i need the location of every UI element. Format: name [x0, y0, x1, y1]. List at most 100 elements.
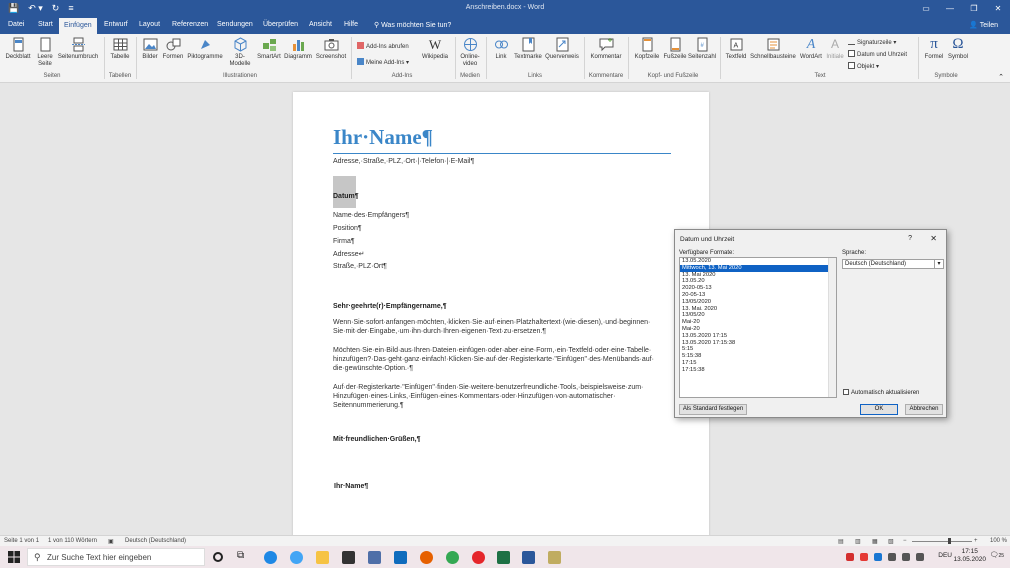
- tab-datei[interactable]: Datei: [4, 20, 28, 29]
- proofing-icon[interactable]: ▣: [108, 538, 114, 545]
- snipping-icon[interactable]: [548, 551, 561, 564]
- format-option[interactable]: 13. Mai 2020: [680, 272, 836, 279]
- format-option[interactable]: 5:15:38: [680, 353, 836, 360]
- chrome-icon[interactable]: [446, 551, 459, 564]
- recipient-line[interactable]: Adresse↵: [333, 250, 365, 258]
- datum-uhrzeit-button[interactable]: Datum und Uhrzeit: [848, 50, 907, 58]
- seitenumbruch-button[interactable]: Seitenumbruch: [56, 37, 100, 61]
- system-clock[interactable]: 17:15 13.05.2020: [953, 548, 986, 564]
- tabelle-button[interactable]: Tabelle: [107, 37, 133, 61]
- share-button[interactable]: 👤 Teilen: [969, 21, 998, 29]
- diagramm-button[interactable]: Diagramm: [283, 37, 313, 61]
- name-heading[interactable]: Ihr·Name¶: [333, 125, 433, 150]
- signature-name[interactable]: Ihr·Name¶: [334, 483, 368, 490]
- piktogramme-button[interactable]: Piktogramme: [185, 37, 225, 61]
- opera-icon[interactable]: [472, 551, 485, 564]
- tab-sendungen[interactable]: Sendungen: [213, 20, 257, 29]
- read-mode-icon[interactable]: ▥: [855, 538, 861, 545]
- minimize-button[interactable]: —: [938, 0, 962, 17]
- auto-update-checkbox[interactable]: Automatisch aktualisieren: [843, 389, 919, 396]
- formen-button[interactable]: Formen: [161, 37, 185, 61]
- kopfzeile-button[interactable]: Kopfzeile: [632, 37, 662, 61]
- format-option[interactable]: 13.05.2020 17:15:38: [680, 340, 836, 347]
- textfeld-button[interactable]: A Textfeld: [724, 37, 748, 61]
- cancel-button[interactable]: Abbrechen: [905, 404, 943, 415]
- document-page[interactable]: Ihr·Name¶ Adresse,·Straße,·PLZ,·Ort·|·Te…: [293, 92, 709, 537]
- formel-button[interactable]: π Formel: [922, 37, 946, 61]
- date-field[interactable]: Datum¶: [333, 193, 359, 200]
- checkbox-box[interactable]: [843, 389, 849, 395]
- add-ins-abrufen-button[interactable]: Add-Ins abrufen: [357, 42, 409, 50]
- format-option[interactable]: 13/05/20: [680, 312, 836, 319]
- initiale-button[interactable]: A Initiale: [824, 37, 846, 61]
- zoom-slider[interactable]: [912, 541, 972, 542]
- leere-seite-button[interactable]: Leere Seite: [34, 37, 56, 68]
- tell-me-search[interactable]: ⚲ Was möchten Sie tun?: [370, 20, 455, 30]
- close-icon[interactable]: ✕: [930, 234, 937, 243]
- tab-referenzen[interactable]: Referenzen: [168, 20, 212, 29]
- format-option[interactable]: Mai-20: [680, 319, 836, 326]
- chevron-down-icon[interactable]: ▾: [934, 260, 943, 268]
- edge-icon[interactable]: [264, 551, 277, 564]
- language-select[interactable]: Deutsch (Deutschland) ▾: [842, 259, 944, 269]
- format-option[interactable]: 13.05.20: [680, 278, 836, 285]
- formats-scrollbar[interactable]: [828, 258, 836, 397]
- body-paragraph-line[interactable]: Sie·mit·der·Eingabe,·um·ihn·durch·Ihren·…: [333, 328, 546, 335]
- body-paragraph-line[interactable]: Möchten·Sie·ein·Bild·aus·Ihren·Dateien·e…: [333, 347, 651, 354]
- wikipedia-button[interactable]: W Wikipedia: [418, 37, 452, 61]
- seitenzahl-button[interactable]: # Seitenzahl: [688, 37, 716, 61]
- word-icon[interactable]: [522, 551, 535, 564]
- wordart-button[interactable]: A WordArt: [798, 37, 824, 61]
- notification-center-icon[interactable]: 🗨25: [990, 551, 1004, 559]
- format-option[interactable]: 17:15:38: [680, 367, 836, 374]
- firefox-icon[interactable]: [420, 551, 433, 564]
- mail-icon[interactable]: [368, 551, 381, 564]
- language-status[interactable]: Deutsch (Deutschland): [125, 538, 186, 544]
- body-paragraph-line[interactable]: Seitennummerierung.¶: [333, 402, 404, 409]
- format-option[interactable]: 5:15: [680, 346, 836, 353]
- ie-icon[interactable]: [290, 551, 303, 564]
- schnellbausteine-button[interactable]: Schnellbausteine: [749, 37, 797, 61]
- formats-list[interactable]: 13.05.2020 Mittwoch, 13. Mai 2020 13. Mai …: [679, 257, 837, 398]
- tab-ueberpruefen[interactable]: Überprüfen: [259, 20, 302, 29]
- format-option[interactable]: 13.05.2020: [680, 258, 836, 265]
- close-window-button[interactable]: ✕: [986, 0, 1010, 17]
- tray-icon[interactable]: [860, 553, 868, 561]
- network-icon[interactable]: [916, 553, 924, 561]
- format-option[interactable]: 20-05-13: [680, 292, 836, 299]
- tab-hilfe[interactable]: Hilfe: [340, 20, 362, 29]
- onlinevideo-button[interactable]: Online-video: [457, 37, 483, 68]
- format-option[interactable]: Mittwoch, 13. Mai 2020: [680, 264, 830, 272]
- format-option[interactable]: 13.05.2020 17:15: [680, 333, 836, 340]
- tray-icon[interactable]: [902, 553, 910, 561]
- format-option[interactable]: 13. Mai. 2020: [680, 306, 836, 313]
- textmarke-button[interactable]: Textmarke: [512, 37, 544, 61]
- body-paragraph-line[interactable]: die·gewünschte·Option.·¶: [333, 365, 413, 372]
- restore-button[interactable]: ❐: [962, 0, 986, 17]
- recipient-line[interactable]: Position¶: [333, 225, 362, 232]
- collapse-ribbon-icon[interactable]: ⌃: [998, 73, 1004, 81]
- zoom-out-icon[interactable]: −: [903, 538, 907, 544]
- kommentar-button[interactable]: Kommentar: [588, 37, 624, 61]
- ribbon-display-options-icon[interactable]: ▭: [914, 0, 938, 17]
- help-icon[interactable]: ?: [908, 235, 912, 242]
- signaturzeile-button[interactable]: Signaturzeile ▾: [848, 38, 896, 46]
- body-paragraph-line[interactable]: Hinzufügen·eines·Links,·Einfügen·eines·K…: [333, 393, 615, 400]
- link-button[interactable]: Link: [490, 37, 512, 61]
- input-language[interactable]: DEU: [938, 552, 952, 559]
- closing[interactable]: Mit·freundlichen·Grüßen,¶: [333, 436, 421, 443]
- fusszeile-button[interactable]: Fußzeile: [662, 37, 688, 61]
- set-default-button[interactable]: Als Standard festlegen: [679, 404, 747, 415]
- zoom-in-icon[interactable]: +: [974, 538, 978, 544]
- tab-einfuegen[interactable]: Einfügen: [59, 18, 97, 34]
- body-paragraph-line[interactable]: hinzufügen?·Das·geht·ganz·einfach!·Klick…: [333, 356, 654, 363]
- body-paragraph-line[interactable]: Wenn·Sie·sofort·anfangen·möchten,·klicke…: [333, 319, 650, 326]
- zoom-level[interactable]: 100 %: [990, 538, 1007, 544]
- tray-icon[interactable]: [888, 553, 896, 561]
- focus-mode-icon[interactable]: ▤: [838, 538, 844, 545]
- screenshot-button[interactable]: Screenshot: [314, 37, 348, 61]
- querverweis-button[interactable]: Querverweis: [544, 37, 580, 61]
- word-count[interactable]: 1 von 110 Wörtern: [48, 538, 97, 544]
- zoom-slider-thumb[interactable]: [948, 538, 951, 544]
- 3d-modelle-button[interactable]: 3D-Modelle: [226, 37, 254, 68]
